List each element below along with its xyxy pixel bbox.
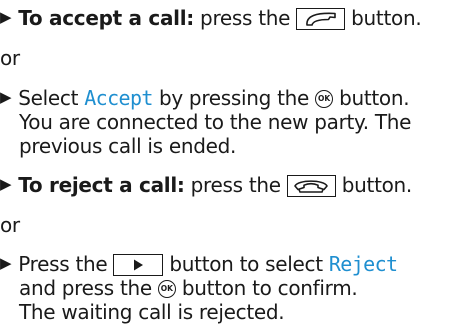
select-accept-line-3: previous call is ended.	[19, 134, 237, 158]
select-reject-step: ▶ Press the button to select Reject	[0, 252, 398, 276]
select-accept-line-2: You are connected to the new party. The	[19, 110, 412, 134]
right-arrow-key-icon	[113, 254, 164, 276]
or-separator-1: or	[0, 46, 20, 70]
accept-call-text-after: button.	[351, 6, 422, 30]
select-accept-before: Select	[18, 86, 79, 110]
reject-call-step: ▶ To reject a call: press the button.	[0, 173, 412, 197]
accept-option-label: Accept	[84, 86, 153, 110]
select-accept-after: button.	[339, 86, 410, 110]
bullet-arrow-icon: ▶	[0, 88, 12, 106]
select-reject-line2-after: button to confirm.	[181, 276, 358, 300]
select-reject-line-2: and press the OK button to confirm.	[19, 276, 358, 300]
phone-accept-key-icon	[296, 8, 346, 30]
instruction-page: ▶ To accept a call: press the button. or…	[0, 0, 454, 327]
select-reject-line-3: The waiting call is rejected.	[19, 300, 285, 324]
select-accept-step: ▶ Select Accept by pressing the OK butto…	[0, 86, 410, 110]
select-reject-middle: button to select	[169, 252, 323, 276]
phone-hangup-key-icon	[286, 175, 336, 197]
or-separator-2: or	[0, 213, 20, 237]
accept-call-lead: To accept a call:	[18, 6, 194, 30]
accept-call-step: ▶ To accept a call: press the button.	[0, 6, 422, 30]
ok-button-icon: OK	[315, 90, 334, 108]
select-accept-middle: by pressing the	[158, 86, 310, 110]
accept-call-text-before: press the	[200, 6, 291, 30]
bullet-arrow-icon: ▶	[0, 175, 12, 193]
reject-option-label: Reject	[328, 252, 398, 276]
select-reject-line2-before: and press the	[19, 276, 152, 300]
bullet-arrow-icon: ▶	[0, 8, 12, 26]
ok-button-icon: OK	[157, 280, 176, 298]
bullet-arrow-icon: ▶	[0, 254, 12, 272]
reject-call-text-after: button.	[341, 173, 413, 197]
reject-call-text-before: press the	[190, 173, 281, 197]
select-reject-before: Press the	[18, 252, 108, 276]
reject-call-lead: To reject a call:	[18, 173, 185, 197]
